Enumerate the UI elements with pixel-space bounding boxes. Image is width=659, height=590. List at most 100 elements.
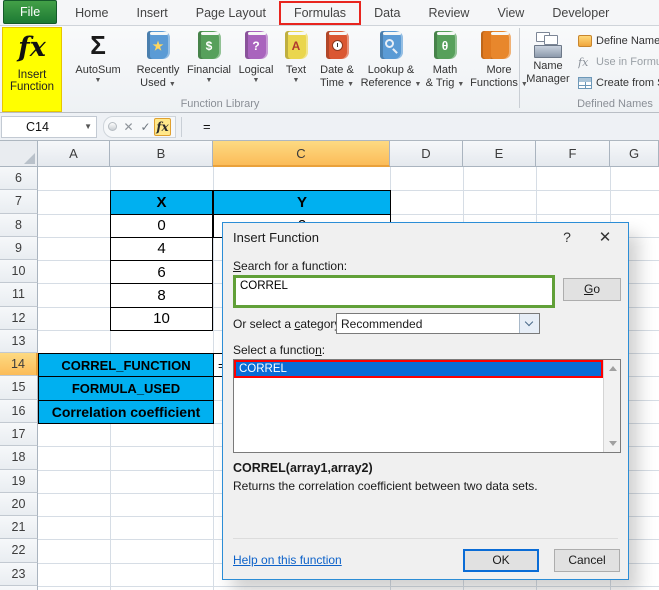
dialog-title: Insert Function [233,230,319,245]
ribbon-button-logical[interactable]: ? Logical ▼ [234,27,278,99]
function-library-group: Σ AutoSum ▼ ★ Recently Used ▼ $ Financial ▼? Log… [64,27,530,99]
column-header-d[interactable]: D [390,141,463,167]
ribbon-button-more-functions[interactable]: More Functions ▼ [468,27,530,99]
math-trig-icon: θ [433,30,457,60]
scroll-up-icon[interactable] [609,366,617,371]
scroll-down-icon[interactable] [609,441,617,446]
category-dropdown[interactable]: Recommended [336,313,540,334]
formula-bar-buttons: ✕ ✓ fx [103,115,176,138]
search-input[interactable]: CORREL [233,275,555,308]
dropdown-arrow-icon: ▼ [205,76,213,84]
cell-a16-correlation-coefficient[interactable]: Correlation coefficient [38,399,214,424]
tab-formulas[interactable]: Formulas [278,0,362,25]
tab-developer[interactable]: Developer [538,2,623,24]
category-label: Or select a category: [233,317,344,331]
row-header-20[interactable]: 20 [0,492,38,517]
row-header-8[interactable]: 8 [0,213,38,237]
ribbon-button-date-time[interactable]: Date & Time ▼ [314,27,360,99]
column-header-c[interactable]: C [213,141,390,167]
column-header-a[interactable]: A [38,141,110,167]
row-header-10[interactable]: 10 [0,260,38,284]
ribbon: fx Insert Function Σ AutoSum ▼ ★ Recently Us… [0,26,659,113]
cell-c7[interactable]: Y [213,190,391,215]
row-header-24[interactable]: 24 [0,585,38,590]
formula-input[interactable]: = [187,119,211,134]
ribbon-tab-bar: File Home Insert Page Layout Formulas Data Rev… [0,0,659,26]
dropdown-arrow-icon: ▼ [168,80,176,88]
cell-b7[interactable]: X [110,190,213,215]
insert-function-button[interactable]: fx Insert Function [2,27,62,112]
cell-b12[interactable]: 10 [110,306,213,331]
tab-review[interactable]: Review [414,2,483,24]
cancel-icon[interactable]: ✕ [120,120,137,134]
name-manager-button[interactable]: Name Manager [522,28,574,98]
column-header-b[interactable]: B [110,141,213,167]
go-button[interactable]: Go [563,278,621,301]
financial-icon: $ [197,30,221,60]
tab-insert[interactable]: Insert [123,2,182,24]
column-header-e[interactable]: E [463,141,536,167]
defined-names-group-label: Defined Names [577,98,653,110]
function-syntax: CORREL(array1,array2) [233,461,373,475]
enter-icon[interactable]: ✓ [137,120,154,134]
row-header-7[interactable]: 7 [0,190,38,214]
close-icon[interactable]: ✕ [594,228,616,247]
scrollbar[interactable] [603,360,620,452]
row-header-11[interactable]: 11 [0,283,38,307]
row-header-23[interactable]: 23 [0,562,38,586]
row-header-22[interactable]: 22 [0,539,38,563]
column-header-f[interactable]: F [536,141,610,167]
cell-b11[interactable]: 8 [110,283,213,308]
dialog-title-bar[interactable]: Insert Function ? ✕ [223,223,628,251]
ribbon-button-financial[interactable]: $ Financial ▼ [184,27,234,99]
row-header-15[interactable]: 15 [0,376,38,400]
menu-item-create-from-s[interactable]: Create from S [578,72,659,93]
row-header-12[interactable]: 12 [0,306,38,330]
name-box[interactable]: C14 ▼ [1,115,97,138]
function-list[interactable]: CORREL [233,359,621,453]
select-function-label: Select a function: [233,343,326,357]
help-icon[interactable]: ? [558,229,576,247]
dropdown-arrow-icon: ▼ [347,80,355,88]
cell-b8[interactable]: 0 [110,213,213,238]
menu-item-define-name[interactable]: Define Name [578,30,659,51]
row-header-17[interactable]: 17 [0,422,38,447]
tab-home[interactable]: Home [61,2,122,24]
tab-page-layout[interactable]: Page Layout [182,2,280,24]
tab-data[interactable]: Data [360,2,414,24]
row-header-9[interactable]: 9 [0,236,38,261]
name-box-dropdown-icon[interactable]: ▼ [84,122,96,131]
row-header-19[interactable]: 19 [0,469,38,493]
ribbon-button-autosum[interactable]: Σ AutoSum ▼ [64,27,132,99]
tab-file[interactable]: File [3,0,58,24]
fx-icon: fx [18,32,46,63]
row-header-18[interactable]: 18 [0,446,38,470]
menu-item-use-in-formu[interactable]: fx Use in Formu [578,51,659,72]
cell-a14-correl-function[interactable]: CORREL_FUNCTION [38,353,214,378]
ribbon-button-text[interactable]: A Text ▼ [278,27,314,99]
insert-function-icon[interactable]: fx [154,117,171,136]
cell-a15-formula-used[interactable]: FORMULA_USED [38,376,214,401]
column-header-g[interactable]: G [610,141,659,167]
row-header-6[interactable]: 6 [0,167,38,191]
row-header-21[interactable]: 21 [0,516,38,540]
cell-b10[interactable]: 6 [110,260,213,285]
row-header-14[interactable]: 14 [0,353,38,377]
chevron-down-icon[interactable] [519,314,539,333]
select-all-corner[interactable] [0,141,38,167]
ribbon-button-math-trig[interactable]: θ Math & Trig ▼ [422,27,468,99]
dropdown-arrow-icon: ▼ [414,80,422,88]
tab-view[interactable]: View [483,2,538,24]
help-link[interactable]: Help on this function [233,553,342,567]
ribbon-button-lookup-reference[interactable]: Lookup & Reference ▼ [360,27,422,99]
cancel-button[interactable]: Cancel [554,549,620,572]
row-header-13[interactable]: 13 [0,329,38,354]
ok-button[interactable]: OK [463,549,539,572]
ribbon-button-recently-used[interactable]: ★ Recently Used ▼ [132,27,184,99]
row-header-16[interactable]: 16 [0,399,38,423]
formula-bar: C14 ▼ ✕ ✓ fx = [0,113,659,141]
list-item-correl[interactable]: CORREL [234,360,603,378]
more-functions-icon [480,30,511,60]
logical-icon: ? [244,30,268,60]
cell-b9[interactable]: 4 [110,236,213,262]
